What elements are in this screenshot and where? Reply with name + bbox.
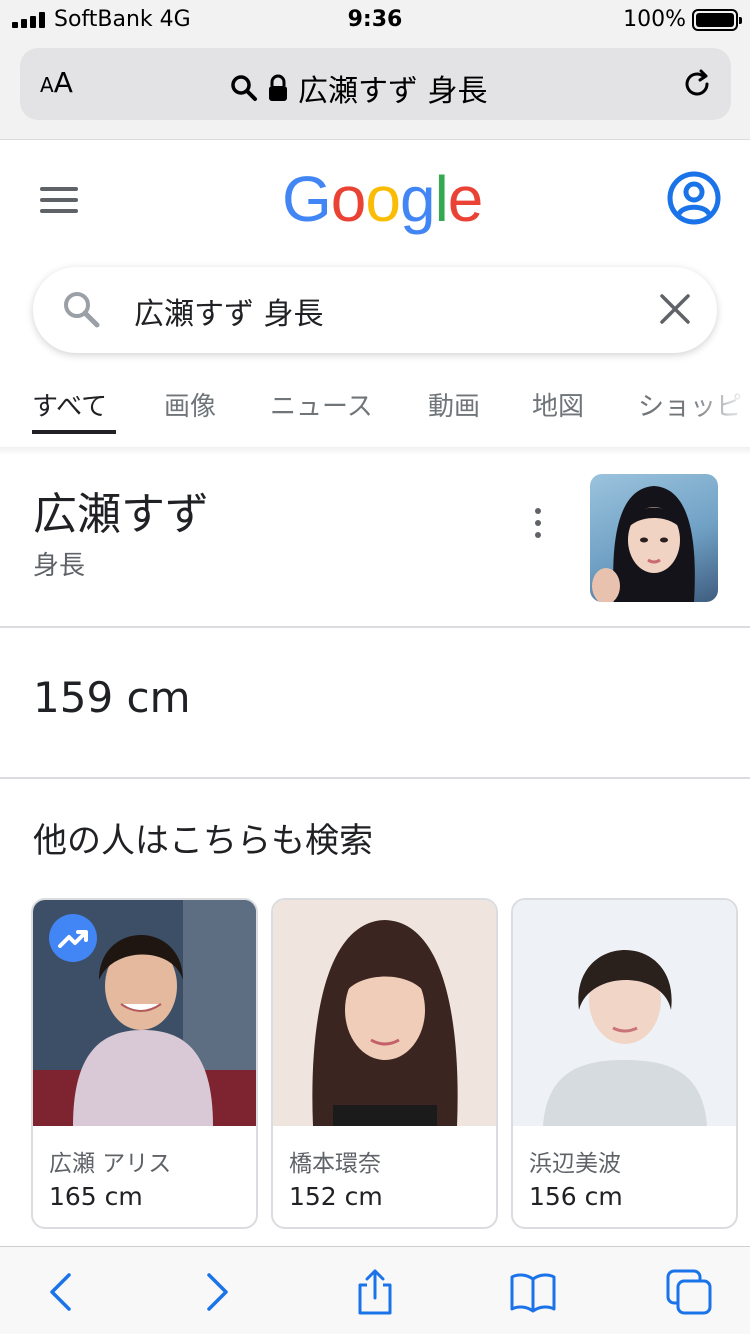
portrait-image — [513, 900, 736, 1126]
status-bar: SoftBank 4G 9:36 100% — [0, 0, 750, 40]
active-tab-indicator — [32, 430, 116, 434]
logo-letter: o — [365, 163, 401, 235]
card-name: 浜辺美波 — [529, 1151, 621, 1177]
related-card[interactable]: 橋本環奈 152 cm — [271, 898, 498, 1229]
entity-subtitle: 身長 — [33, 551, 86, 581]
search-input[interactable]: 広瀬すず 身長 — [134, 289, 324, 333]
aa-small-label: A — [40, 73, 54, 97]
reload-icon[interactable] — [681, 68, 713, 100]
entity-photo[interactable] — [590, 474, 718, 602]
hamburger-menu-icon[interactable] — [40, 187, 78, 213]
related-card[interactable]: 広瀬 アリス 165 cm — [31, 898, 258, 1229]
close-icon[interactable] — [659, 293, 691, 325]
google-logo[interactable]: Google — [282, 162, 484, 236]
tab-news[interactable]: ニュース — [270, 386, 373, 423]
card-value: 156 cm — [529, 1182, 623, 1211]
card-divider — [0, 777, 750, 779]
search-icon[interactable] — [61, 289, 101, 329]
related-card[interactable]: 浜辺美波 156 cm — [511, 898, 738, 1229]
url-text: 広瀬すず 身長 — [298, 74, 488, 109]
card-photo — [273, 900, 496, 1126]
bookmarks-icon[interactable] — [508, 1267, 558, 1317]
tab-images[interactable]: 画像 — [164, 386, 216, 423]
account-circle-icon[interactable] — [666, 170, 722, 226]
lock-icon — [269, 74, 287, 101]
battery-icon — [692, 9, 742, 31]
logo-letter: g — [399, 163, 436, 235]
card-value: 165 cm — [49, 1182, 143, 1211]
aa-large-label: A — [53, 66, 73, 99]
logo-letter: e — [447, 163, 484, 235]
search-tabs: すべて 画像 ニュース 動画 地図 ショッピ — [0, 380, 750, 436]
signal-strength-icon — [12, 12, 48, 28]
search-icon — [231, 75, 257, 101]
logo-letter: o — [330, 163, 367, 235]
entity-title[interactable]: 広瀬すず — [33, 478, 209, 542]
reader-text-size-button[interactable]: AA — [40, 66, 73, 99]
url-display[interactable]: 広瀬すず 身長 — [230, 66, 488, 110]
portrait-image — [592, 486, 695, 602]
card-name: 橋本環奈 — [289, 1151, 381, 1177]
tabs-divider — [0, 447, 750, 455]
back-arrow-icon[interactable] — [36, 1267, 86, 1317]
tab-maps[interactable]: 地図 — [532, 386, 584, 423]
share-icon[interactable] — [350, 1267, 400, 1317]
address-bar[interactable]: AA 広瀬すず 身長 — [20, 48, 731, 120]
tab-all[interactable]: すべて — [32, 386, 107, 423]
safari-toolbar — [0, 1246, 750, 1334]
logo-letter: l — [434, 163, 449, 235]
safari-address-area: AA 広瀬すず 身長 — [0, 40, 750, 140]
card-divider — [0, 626, 750, 628]
tabs-fade — [690, 380, 750, 436]
logo-letter: G — [282, 163, 332, 235]
trending-up-icon — [49, 914, 97, 962]
tabs-icon[interactable] — [664, 1267, 714, 1317]
related-heading: 他の人はこちらも検索 — [33, 821, 373, 861]
card-photo — [513, 900, 736, 1126]
forward-arrow-icon[interactable] — [192, 1267, 242, 1317]
card-value: 152 cm — [289, 1182, 383, 1211]
battery-percentage: 100% — [623, 7, 686, 32]
tab-videos[interactable]: 動画 — [428, 386, 480, 423]
more-vert-icon[interactable] — [530, 508, 546, 538]
search-box[interactable]: 広瀬すず 身長 — [33, 267, 717, 353]
portrait-image — [273, 900, 496, 1126]
carrier-label: SoftBank 4G — [54, 7, 191, 32]
card-photo — [33, 900, 256, 1126]
card-name: 広瀬 アリス — [49, 1151, 172, 1177]
height-answer: 159 cm — [33, 673, 191, 722]
